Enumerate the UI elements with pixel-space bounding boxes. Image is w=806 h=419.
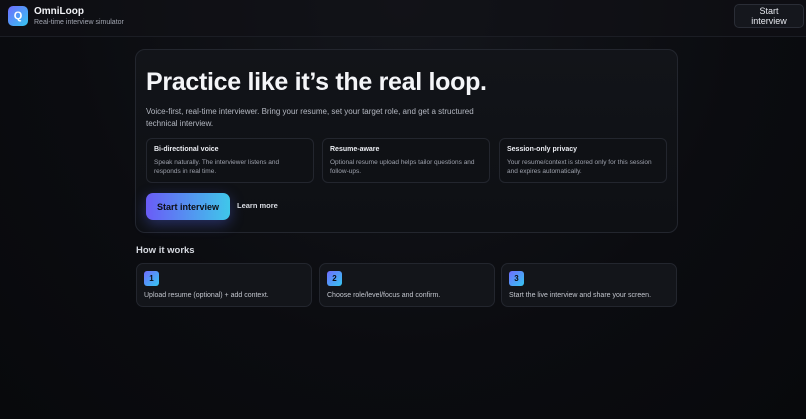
step-card-3: 3 Start the live interview and share you… xyxy=(501,263,677,307)
step-number-badge: 1 xyxy=(144,271,159,286)
step-text: Upload resume (optional) + add context. xyxy=(144,292,269,299)
feature-title: Session-only privacy xyxy=(507,146,578,153)
header-start-interview-button[interactable]: Start interview xyxy=(734,4,804,28)
feature-title: Bi-directional voice xyxy=(154,146,219,153)
feature-text: Optional resume upload helps tailor ques… xyxy=(330,159,475,175)
top-header: Q OmniLoop Real-time interview simulator… xyxy=(0,0,806,37)
feature-title: Resume-aware xyxy=(330,146,380,153)
start-interview-button[interactable]: Start interview xyxy=(146,193,230,220)
step-number-badge: 3 xyxy=(509,271,524,286)
step-text: Choose role/level/focus and confirm. xyxy=(327,292,441,299)
app-logo: Q xyxy=(8,6,28,26)
page: Q OmniLoop Real-time interview simulator… xyxy=(0,0,806,419)
feature-card-resume: Resume-aware Optional resume upload help… xyxy=(322,138,490,183)
step-card-1: 1 Upload resume (optional) + add context… xyxy=(136,263,312,307)
feature-card-privacy: Session-only privacy Your resume/context… xyxy=(499,138,667,183)
learn-more-link[interactable]: Learn more xyxy=(237,201,278,210)
feature-text: Your resume/context is stored only for t… xyxy=(507,159,652,175)
brand-name: OmniLoop xyxy=(34,6,84,17)
step-number-badge: 2 xyxy=(327,271,342,286)
step-card-2: 2 Choose role/level/focus and confirm. xyxy=(319,263,495,307)
feature-text: Speak naturally. The interviewer listens… xyxy=(154,159,280,175)
how-it-works-heading: How it works xyxy=(136,245,195,256)
feature-card-voice: Bi-directional voice Speak naturally. Th… xyxy=(146,138,314,183)
step-text: Start the live interview and share your … xyxy=(509,292,652,299)
hero-description: Voice-first, real-time interviewer. Brin… xyxy=(146,107,474,128)
hero-card: Practice like it’s the real loop. Voice-… xyxy=(135,49,678,233)
brand-subtitle: Real-time interview simulator xyxy=(34,19,124,26)
hero-title: Practice like it’s the real loop. xyxy=(146,68,487,96)
